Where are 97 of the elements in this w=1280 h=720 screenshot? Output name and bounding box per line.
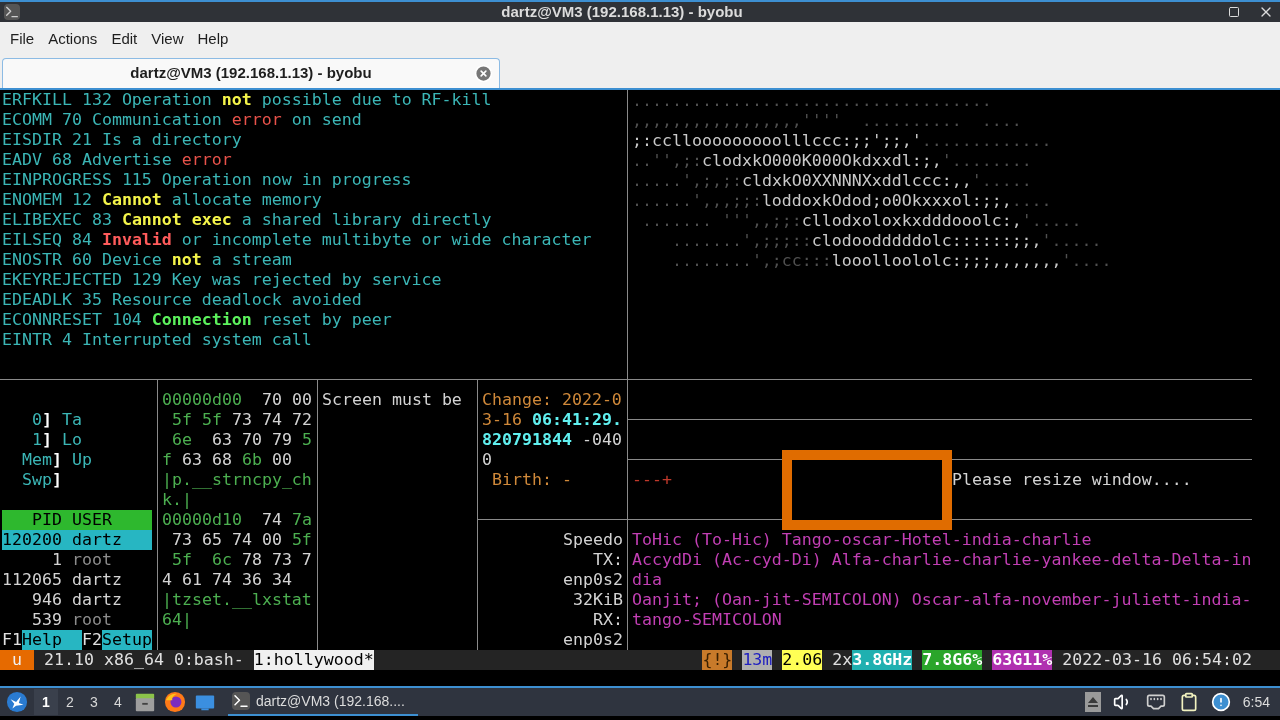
terminal-line: EADV 68 Advertise error bbox=[2, 150, 232, 170]
speedometer-line: enp0s2 bbox=[563, 630, 623, 650]
speedometer-line: TX: bbox=[593, 550, 623, 570]
menu-item[interactable]: Actions bbox=[42, 27, 104, 51]
terminal-line: EKEYREJECTED 129 Key was rejected by service bbox=[2, 270, 442, 290]
hexdump-line: 00000d10 74 7a bbox=[162, 510, 312, 530]
tab[interactable]: dartz@VM3 (192.168.1.13) - byobu bbox=[2, 58, 500, 88]
terminal-line: EILSEQ 84 Invalid or incomplete multibyte or wide character bbox=[2, 230, 592, 250]
file-stat-line: Birth: - bbox=[491, 470, 572, 490]
hexdump-line: 6e 63 70 79 5 bbox=[171, 430, 312, 450]
ascii-art-line: ......',,,;;:loddoxkOdod;o0Okxxxol:;;,.... bbox=[632, 191, 1052, 211]
system-info: 21.10 x86_64 bbox=[44, 650, 164, 670]
menu-item[interactable]: Help bbox=[191, 27, 235, 51]
file-stat-line: 820791844 -040 bbox=[482, 430, 622, 450]
speedometer-line: Speedo bbox=[563, 530, 623, 550]
session-badge: u bbox=[0, 650, 34, 670]
file-stat-line: 3-16 06:41:29. bbox=[482, 410, 622, 430]
clock[interactable]: 6:54 bbox=[1242, 691, 1270, 713]
hexdump-line: 00000d00 70 00 bbox=[162, 390, 312, 410]
hexdump-line: 64| bbox=[162, 610, 192, 630]
file-stat-line: 0 bbox=[482, 450, 492, 470]
speedometer-line: RX: bbox=[593, 610, 623, 630]
hexdump-line: |tzset.__lxstat bbox=[162, 590, 312, 610]
hexdump-line: 5f 6c 78 73 7 bbox=[171, 550, 312, 570]
status-indicator: 7.8G6% bbox=[922, 650, 983, 670]
resize-message: Please resize window.... bbox=[952, 470, 1192, 490]
ascii-art-line: .....',;,;:cldxkO0XXNNNXxddlccc:,,'..... bbox=[632, 171, 1032, 191]
terminal-line: ECONNRESET 104 Connection reset by peer bbox=[2, 310, 392, 330]
process-row[interactable]: 946 dartz bbox=[2, 590, 152, 610]
terminal-line: EISDIR 21 Is a directory bbox=[2, 130, 242, 150]
terminal-line: EDEADLK 35 Resource deadlock avoided bbox=[2, 290, 362, 310]
workspace-button[interactable]: 4 bbox=[106, 689, 130, 715]
speedometer-line: 32KiB bbox=[573, 590, 623, 610]
status-indicator: 63G11% bbox=[992, 650, 1053, 670]
process-row[interactable]: 1 root bbox=[2, 550, 152, 570]
status-indicator: 13m bbox=[742, 650, 773, 670]
maximize-icon bbox=[1228, 6, 1240, 18]
status-indicator: 2.06 bbox=[782, 650, 823, 670]
menu-item[interactable]: Edit bbox=[105, 27, 144, 51]
ascii-art-line: ..'',;:clodxkO000K000Okdxxdl:;,'........ bbox=[632, 151, 1032, 171]
process-row[interactable]: 539 root bbox=[2, 610, 152, 630]
file-cabinet-icon[interactable] bbox=[134, 691, 156, 713]
terminal-line: EINTR 4 Interrupted system call bbox=[2, 330, 312, 350]
hexdump-line: k.| bbox=[162, 490, 192, 510]
ascii-art-line: ....... ''',,;;:cllodxoloxkxdddooolc:,'..... bbox=[641, 211, 1082, 231]
ascii-art-line: .................................... bbox=[632, 91, 992, 111]
status-indicator: 2x3.8GHz bbox=[832, 650, 913, 670]
terminal-icon bbox=[4, 4, 20, 20]
terminal-line: Screen must be bbox=[322, 390, 462, 410]
hexdump-line: 5f 5f 73 74 72 bbox=[171, 410, 312, 430]
browser-icon[interactable] bbox=[164, 691, 186, 713]
terminal-line: ENOSTR 60 Device not a stream bbox=[2, 250, 292, 270]
window-title: dartz@VM3 (192.168.1.13) - byobu bbox=[501, 1, 743, 22]
meter-label: Mem] Up bbox=[20, 450, 92, 470]
terminal-line: ECOMM 70 Communication error on send bbox=[2, 110, 362, 130]
bird-logo-icon[interactable] bbox=[6, 691, 28, 713]
task-button[interactable]: dartz@VM3 (192.168.... bbox=[228, 688, 418, 716]
phonetic-line: Oanjit; (Oan-jit-SEMICOLON) Oscar-alfa-november-juliett-india- bbox=[632, 590, 1252, 610]
window-tab[interactable]: 1:hollywood* bbox=[253, 650, 374, 670]
frame-corner: ---+ bbox=[631, 470, 672, 490]
network-icon[interactable] bbox=[1144, 692, 1167, 712]
ascii-art-line: ,,,,,,,,,,,,,,,,,'''' .......... .... bbox=[632, 111, 1022, 131]
meter-label: 0] Ta bbox=[30, 410, 82, 430]
meter-label: 1] Lo bbox=[30, 430, 82, 450]
eject-icon[interactable] bbox=[1084, 692, 1101, 712]
close-tab-icon[interactable] bbox=[474, 64, 493, 83]
status-indicator: 2022-03-16 06:54:02 bbox=[1062, 650, 1252, 670]
hexdump-line: f 63 68 6b 00 bbox=[162, 450, 292, 470]
phonetic-line: AccydDi (Ac-cyd-Di) Alfa-charlie-charlie-yankee-delta-Delta-in bbox=[632, 550, 1252, 570]
hexdump-line: 73 65 74 00 5f bbox=[171, 530, 312, 550]
status-indicator: {!} bbox=[702, 650, 733, 670]
terminal-line: ELIBEXEC 83 Cannot exec a shared library directly bbox=[2, 210, 492, 230]
workspace-button[interactable]: 1 bbox=[34, 689, 58, 715]
notification-icon[interactable] bbox=[1210, 692, 1231, 712]
terminal-icon bbox=[232, 692, 250, 710]
workspace-button[interactable]: 2 bbox=[58, 689, 82, 715]
process-row[interactable]: 112065 dartz bbox=[2, 570, 152, 590]
workspace-button[interactable]: 3 bbox=[82, 689, 106, 715]
ascii-art-line: ;:ccllooooooooolllccc:;;';;,'............. bbox=[632, 131, 1052, 151]
terminal-line: ERFKILL 132 Operation not possible due to RF-kill bbox=[2, 90, 492, 110]
ascii-art-line: ........',;cc:::looolloololc:;;;,,,,,,,'.... bbox=[670, 251, 1112, 271]
meter-label: Swp] bbox=[20, 470, 62, 490]
ascii-art-line: .......',;;;::clodoodddddolc::::::;;,'..... bbox=[670, 231, 1102, 251]
phonetic-line: ToHic (To-Hic) Tango-oscar-Hotel-india-charlie bbox=[632, 530, 1092, 550]
phonetic-line: dia bbox=[632, 570, 662, 590]
menu-item[interactable]: File bbox=[4, 27, 41, 51]
window-tab[interactable]: 0:bash- bbox=[173, 650, 244, 670]
hexdump-line: 4 61 74 36 34 bbox=[162, 570, 292, 590]
process-table-header: PID USER bbox=[2, 510, 152, 530]
hexdump-line: |p.__strncpy_ch bbox=[162, 470, 312, 490]
process-row[interactable]: 120200 dartz bbox=[2, 530, 152, 550]
file-stat-line: Change: 2022-0 bbox=[482, 390, 622, 410]
terminal-line: EINPROGRESS 115 Operation now in progress bbox=[2, 170, 412, 190]
phonetic-line: tango-SEMICOLON bbox=[632, 610, 782, 630]
speedometer-line: enp0s2 bbox=[563, 570, 623, 590]
terminal-line: ENOMEM 12 Cannot allocate memory bbox=[2, 190, 322, 210]
menu-item[interactable]: View bbox=[145, 27, 190, 51]
